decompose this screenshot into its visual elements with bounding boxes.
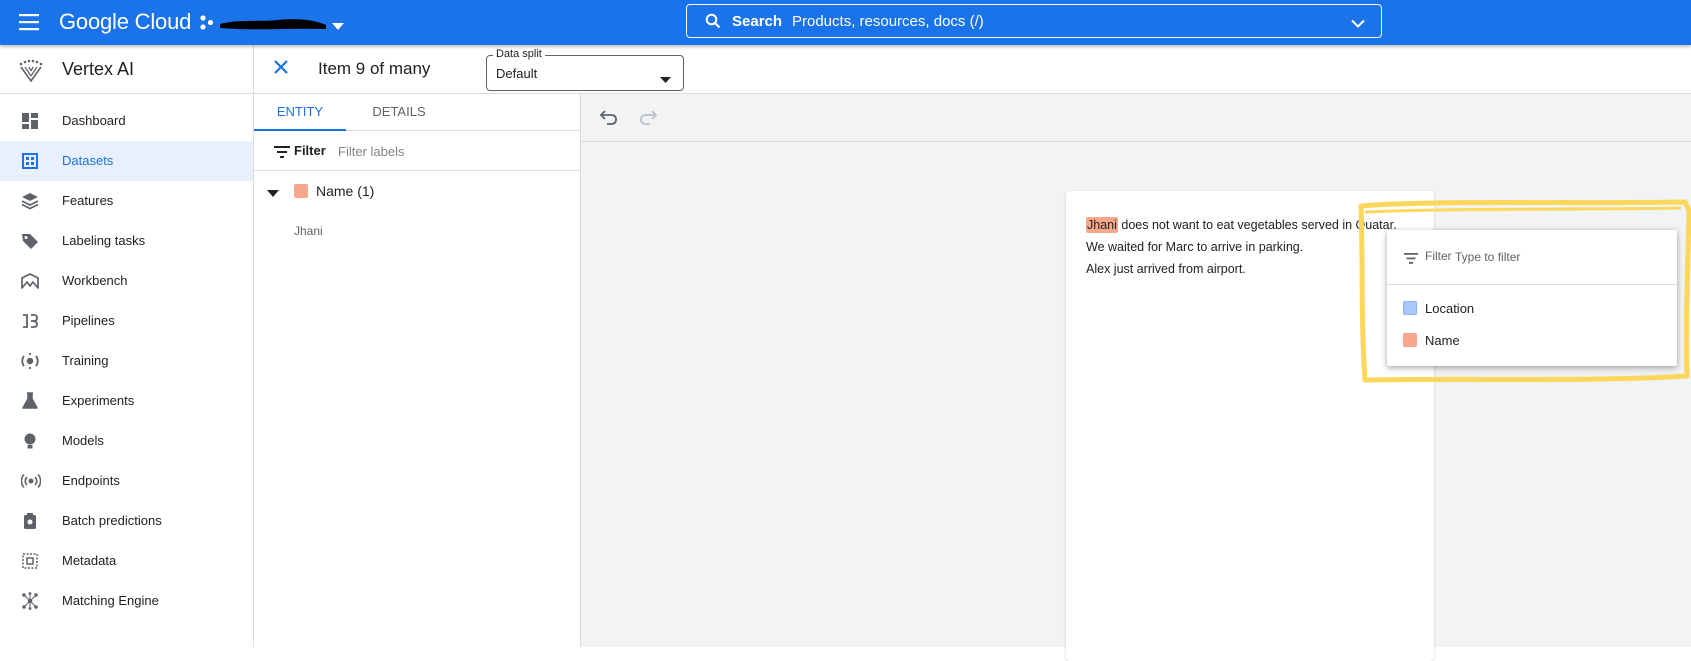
label-option-location[interactable]: Location: [1387, 293, 1677, 323]
chevron-down-icon[interactable]: [1351, 16, 1365, 34]
sidebar-item-label: Training: [62, 353, 109, 368]
sidebar-item-label: Matching Engine: [62, 593, 159, 608]
undo-icon[interactable]: [599, 108, 618, 131]
data-split-value: Default: [496, 66, 538, 81]
label-group-name[interactable]: Name (1): [254, 177, 580, 205]
label-color-swatch: [1403, 333, 1417, 347]
sidebar-item-labeling-tasks[interactable]: Labeling tasks: [0, 221, 253, 261]
filter-label: Filter: [294, 143, 326, 158]
sidebar-item-label: Experiments: [62, 393, 135, 408]
training-icon: [21, 352, 39, 370]
models-icon: [21, 432, 39, 450]
document-text: does not want to eat vegetables served i…: [1117, 218, 1397, 232]
google-cloud-logo[interactable]: Google Cloud: [59, 9, 191, 35]
sidebar-item-label: Datasets: [62, 153, 114, 168]
search-label: Search: [732, 13, 783, 30]
close-icon[interactable]: [273, 59, 289, 80]
sidebar-item-label: Labeling tasks: [62, 233, 146, 248]
label-option-label: Location: [1425, 301, 1475, 316]
sidebar-item-label: Endpoints: [62, 473, 120, 488]
project-dropdown-icon[interactable]: [332, 18, 344, 36]
experiments-icon: [21, 392, 39, 410]
batch-predictions-icon: [21, 512, 39, 530]
item-title: Item 9 of many: [318, 59, 431, 78]
document-line[interactable]: We waited for Marc to arrive in parking.: [1086, 240, 1303, 254]
dropdown-arrow-icon: [660, 71, 671, 89]
label-icon: [21, 232, 39, 250]
label-filter-row: Filter: [254, 131, 580, 171]
search-bar[interactable]: Search Products, resources, docs (/): [686, 4, 1382, 38]
data-split-label: Data split: [493, 48, 545, 60]
search-placeholder: Products, resources, docs (/): [792, 13, 984, 30]
sidebar-item-models[interactable]: Models: [0, 421, 253, 461]
metadata-icon: [21, 552, 39, 570]
item-toolbar: Item 9 of many Data split Default: [254, 45, 1691, 94]
sidebar-item-label: Workbench: [62, 273, 128, 288]
label-option-name[interactable]: Name: [1387, 325, 1677, 355]
entity-highlight-name[interactable]: Jhani: [1086, 217, 1118, 233]
sidebar-item-dashboard[interactable]: Dashboard: [0, 101, 253, 141]
filter-labels-input[interactable]: [336, 137, 566, 165]
filter-icon: [1404, 251, 1418, 269]
document-text: We waited for Marc to arrive in parking.: [1086, 240, 1304, 254]
sidebar-item-features[interactable]: Features: [0, 181, 253, 221]
label-picker-popup: Filter Location Name: [1387, 230, 1677, 366]
pipelines-icon: [21, 312, 39, 330]
left-navigation: Vertex AI Dashboard Datasets Features La…: [0, 45, 254, 647]
label-picker-input[interactable]: [1453, 244, 1663, 270]
sidebar-item-label: Features: [62, 193, 114, 208]
matching-engine-icon: [21, 592, 39, 610]
label-color-swatch: [294, 184, 308, 198]
document-text: Alex just arrived from airport.: [1086, 262, 1246, 276]
datasets-icon: [21, 152, 39, 170]
document-line[interactable]: Alex just arrived from airport.: [1086, 262, 1246, 276]
sidebar-item-label: Metadata: [62, 553, 117, 568]
menu-icon[interactable]: [19, 12, 41, 32]
data-split-select[interactable]: Data split Default: [486, 48, 684, 91]
dashboard-icon: [21, 112, 39, 130]
product-header: Vertex AI: [0, 45, 253, 94]
label-option-label: Name: [1425, 333, 1460, 348]
sidebar-item-datasets[interactable]: Datasets: [0, 141, 253, 181]
sidebar-item-pipelines[interactable]: Pipelines: [0, 301, 253, 341]
entity-list-item[interactable]: Jhani: [294, 224, 323, 238]
redo-icon[interactable]: [639, 108, 658, 131]
workbench-icon: [21, 272, 39, 290]
document-line[interactable]: Jhani does not want to eat vegetables se…: [1086, 217, 1397, 233]
caret-down-icon[interactable]: [267, 185, 279, 203]
filter-icon: [274, 145, 290, 163]
product-name: Vertex AI: [62, 59, 135, 79]
sidebar-item-metadata[interactable]: Metadata: [0, 541, 253, 581]
editor-canvas: Jhani does not want to eat vegetables se…: [581, 94, 1691, 661]
editor-toolbar: [581, 94, 1691, 142]
vertex-ai-logo-icon: [19, 57, 43, 88]
sidebar-item-experiments[interactable]: Experiments: [0, 381, 253, 421]
sidebar-item-label: Dashboard: [62, 113, 126, 128]
top-app-bar: Google Cloud Search Products, resources,…: [0, 0, 1691, 45]
tab-entity[interactable]: ENTITY: [254, 94, 346, 131]
filter-label: Filter: [1425, 249, 1452, 263]
sidebar-item-training[interactable]: Training: [0, 341, 253, 381]
tab-details[interactable]: DETAILS: [346, 94, 452, 131]
project-name-redacted[interactable]: [218, 13, 330, 33]
sidebar-item-label: Batch predictions: [62, 513, 162, 528]
sidebar-item-label: Pipelines: [62, 313, 115, 328]
label-panel-tabs: ENTITY DETAILS: [254, 94, 580, 131]
label-picker-filter: Filter: [1387, 230, 1677, 285]
label-color-swatch: [1403, 301, 1417, 315]
search-icon: [705, 13, 721, 34]
sidebar-item-label: Models: [62, 433, 104, 448]
endpoints-icon: [20, 472, 42, 490]
sidebar-item-batch-predictions[interactable]: Batch predictions: [0, 501, 253, 541]
sidebar-item-endpoints[interactable]: Endpoints: [0, 461, 253, 501]
sidebar-item-matching-engine[interactable]: Matching Engine: [0, 581, 253, 621]
features-icon: [21, 192, 39, 210]
sidebar-item-workbench[interactable]: Workbench: [0, 261, 253, 301]
label-panel: ENTITY DETAILS Filter Name (1) Jhani: [254, 94, 581, 647]
label-group-label: Name (1): [316, 183, 375, 199]
project-icon[interactable]: [199, 15, 215, 36]
